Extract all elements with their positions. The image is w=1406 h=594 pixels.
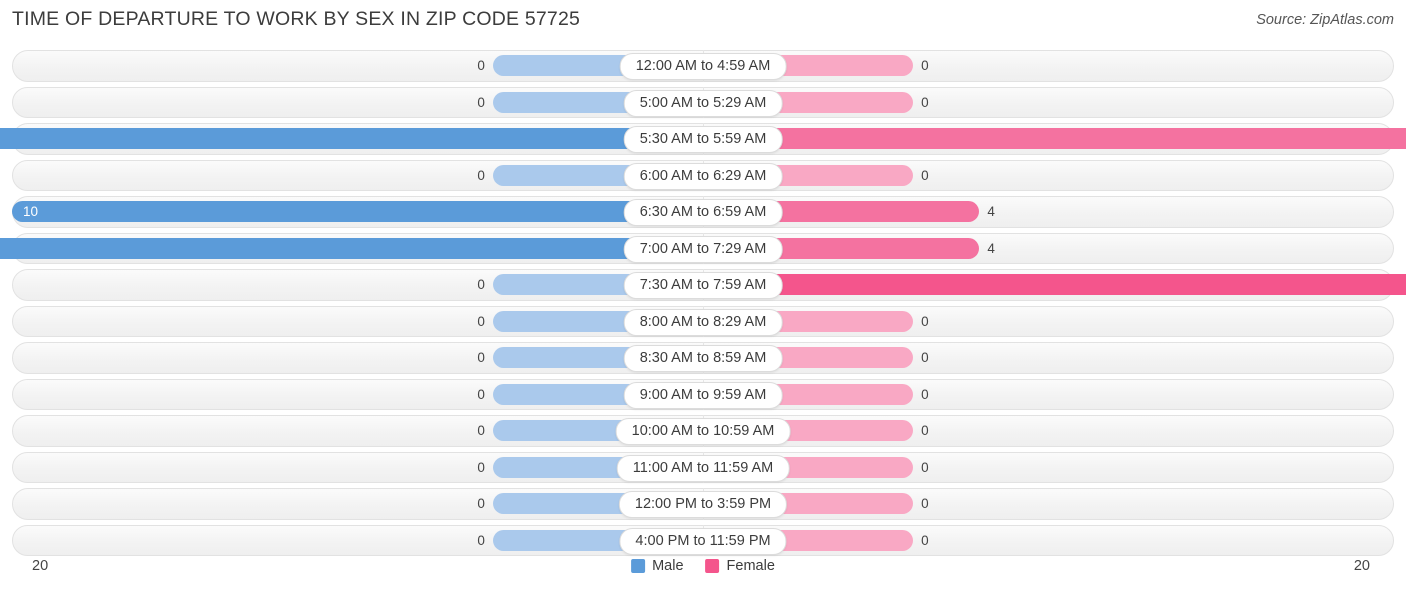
- legend-label-male: Male: [652, 558, 684, 574]
- category-label: 8:00 AM to 8:29 AM: [623, 308, 783, 336]
- female-value-label: 0: [921, 94, 929, 110]
- female-value-label: 4: [987, 240, 995, 256]
- male-value-label: 0: [477, 386, 485, 402]
- female-color-swatch: [705, 559, 720, 573]
- chart-header: TIME OF DEPARTURE TO WORK BY SEX IN ZIP …: [0, 0, 1406, 42]
- male-bar[interactable]: 14: [0, 128, 703, 149]
- male-value-label: 0: [477, 94, 485, 110]
- category-label: 6:30 AM to 6:59 AM: [623, 199, 783, 226]
- male-value-label: 0: [477, 167, 485, 183]
- male-color-swatch: [631, 559, 646, 573]
- female-value-label: 0: [921, 423, 929, 438]
- category-label: 6:00 AM to 6:29 AM: [623, 162, 783, 190]
- female-value-label: 0: [921, 167, 929, 183]
- category-label: 9:00 AM to 9:59 AM: [623, 381, 783, 409]
- male-value-label: 0: [477, 532, 485, 548]
- chart-row[interactable]: 0 0 8:30 AM to 8:59 AM: [12, 342, 1394, 374]
- female-bar[interactable]: 12: [703, 128, 1406, 149]
- category-label: 12:00 AM to 4:59 AM: [619, 53, 787, 80]
- source-attribution: Source: ZipAtlas.com: [1256, 12, 1394, 28]
- female-bar[interactable]: 18: [703, 274, 1406, 295]
- axis-max-left: 20: [32, 558, 49, 574]
- male-value-label: 0: [477, 423, 485, 438]
- chart-row[interactable]: 0 0 11:00 AM to 11:59 AM: [12, 451, 1394, 483]
- chart-row[interactable]: 0 0 12:00 AM to 4:59 AM: [12, 50, 1394, 82]
- chart-row[interactable]: 0 0 4:00 PM to 11:59 PM: [12, 524, 1394, 556]
- female-value-label: 0: [921, 58, 929, 73]
- category-label: 7:00 AM to 7:29 AM: [623, 235, 783, 263]
- diverging-bar-chart: 0 0 12:00 AM to 4:59 AM 0 0 5:00 AM to 5:29 A…: [0, 50, 1406, 556]
- legend-label-female: Female: [726, 558, 775, 574]
- chart-row[interactable]: 0 0 6:00 AM to 6:29 AM: [12, 159, 1394, 191]
- chart-row[interactable]: 0 0 12:00 PM to 3:59 PM: [12, 488, 1394, 520]
- category-label: 5:00 AM to 5:29 AM: [623, 89, 783, 117]
- chart-page: TIME OF DEPARTURE TO WORK BY SEX IN ZIP …: [0, 0, 1406, 594]
- chart-row[interactable]: 0 0 10:00 AM to 10:59 AM: [12, 415, 1394, 447]
- category-label: 8:30 AM to 8:59 AM: [623, 345, 783, 372]
- female-value-label: 4: [987, 204, 995, 219]
- female-value-label: 0: [921, 496, 929, 511]
- male-value-label: 0: [477, 58, 485, 73]
- category-label: 11:00 AM to 11:59 AM: [616, 454, 790, 482]
- male-value-label: 0: [477, 496, 485, 511]
- chart-row[interactable]: 12 4 7:00 AM to 7:29 AM: [0, 232, 1394, 264]
- axis-max-right: 20: [1353, 558, 1370, 574]
- female-value-label: 0: [921, 459, 929, 475]
- chart-row[interactable]: 0 0 9:00 AM to 9:59 AM: [12, 378, 1394, 410]
- category-label: 5:30 AM to 5:59 AM: [623, 126, 783, 153]
- female-value-label: 0: [921, 386, 929, 402]
- male-value-label: 10: [23, 204, 39, 219]
- category-label: 7:30 AM to 7:59 AM: [623, 272, 783, 299]
- male-value-label: 0: [477, 459, 485, 475]
- female-value-label: 0: [921, 532, 929, 548]
- category-label: 4:00 PM to 11:59 PM: [619, 527, 787, 555]
- legend-item-female[interactable]: Female: [705, 558, 775, 574]
- male-value-label: 0: [477, 350, 485, 365]
- chart-row[interactable]: 0 187:30 AM to 7:59 AM: [12, 269, 1406, 301]
- chart-footer: 20 Male Female 20: [12, 558, 1394, 584]
- category-label: 12:00 PM to 3:59 PM: [618, 491, 788, 518]
- category-label: 10:00 AM to 10:59 AM: [615, 418, 791, 445]
- male-value-label: 0: [477, 313, 485, 329]
- chart-row[interactable]: 0 0 8:00 AM to 8:29 AM: [12, 305, 1394, 337]
- chart-row[interactable]: 14125:30 AM to 5:59 AM: [0, 123, 1406, 155]
- female-value-label: 0: [921, 350, 929, 365]
- male-bar[interactable]: 12: [0, 237, 703, 259]
- male-bar[interactable]: 10: [12, 201, 703, 222]
- chart-row[interactable]: 10 4 6:30 AM to 6:59 AM: [12, 196, 1394, 228]
- legend-item-male[interactable]: Male: [631, 558, 684, 574]
- page-title: TIME OF DEPARTURE TO WORK BY SEX IN ZIP …: [12, 8, 581, 30]
- chart-legend: Male Female: [631, 558, 775, 574]
- male-value-label: 0: [477, 277, 485, 292]
- female-value-label: 0: [921, 313, 929, 329]
- chart-row[interactable]: 0 0 5:00 AM to 5:29 AM: [12, 86, 1394, 118]
